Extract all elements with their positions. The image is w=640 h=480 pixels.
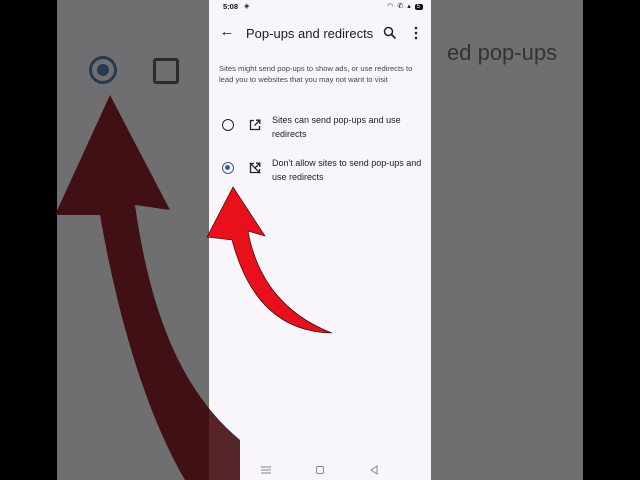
description-text: Sites might send pop-ups to show ads, or… xyxy=(219,64,413,84)
block-popup-icon xyxy=(249,162,261,174)
backdrop-text: ed pop-ups xyxy=(447,40,558,65)
nav-back-icon[interactable] xyxy=(369,465,379,475)
recents-icon[interactable] xyxy=(261,466,271,474)
option-block[interactable]: Don't allow sites to send pop-ups and us… xyxy=(209,155,431,189)
more-vert-icon[interactable] xyxy=(411,26,421,40)
status-bar: 5:08 ◈ ◠ ✆ ▴ 5 xyxy=(209,0,431,14)
arrow-left-icon[interactable]: ← xyxy=(219,24,235,40)
option-block-label: Don't allow sites to send pop-ups and us… xyxy=(272,158,422,182)
video-frame: ed pop-ups 5:08 ◈ ◠ ✆ ▴ 5 ← Pop-ups and … xyxy=(0,0,640,480)
status-icons: ◠ ✆ ▴ 5 xyxy=(387,2,423,10)
phone-screen: 5:08 ◈ ◠ ✆ ▴ 5 ← Pop-ups and redirects S… xyxy=(209,0,431,480)
page-title: Pop-ups and redirects xyxy=(246,26,374,41)
signal-icon: ▴ xyxy=(407,3,412,10)
wifi-icon: ◠ xyxy=(387,3,395,10)
option-allow-label: Sites can send pop-ups and use redirects xyxy=(272,115,401,139)
option-allow[interactable]: Sites can send pop-ups and use redirects xyxy=(209,112,431,146)
call-icon: ✆ xyxy=(397,3,405,10)
search-icon[interactable] xyxy=(383,26,397,40)
battery-icon: 5 xyxy=(414,4,423,10)
left-black-bar xyxy=(0,0,57,480)
radio-allow[interactable] xyxy=(222,119,234,131)
backdrop-radio xyxy=(89,56,117,84)
system-nav-bar xyxy=(209,460,431,480)
notification-icon: ◈ xyxy=(244,3,250,10)
status-time: 5:08 xyxy=(223,2,239,11)
home-icon[interactable] xyxy=(316,466,324,474)
backdrop-block-icon xyxy=(153,58,179,84)
radio-block[interactable] xyxy=(222,162,234,174)
right-black-bar xyxy=(583,0,640,480)
app-bar: ← Pop-ups and redirects xyxy=(209,18,431,50)
open-in-new-icon xyxy=(249,119,261,131)
